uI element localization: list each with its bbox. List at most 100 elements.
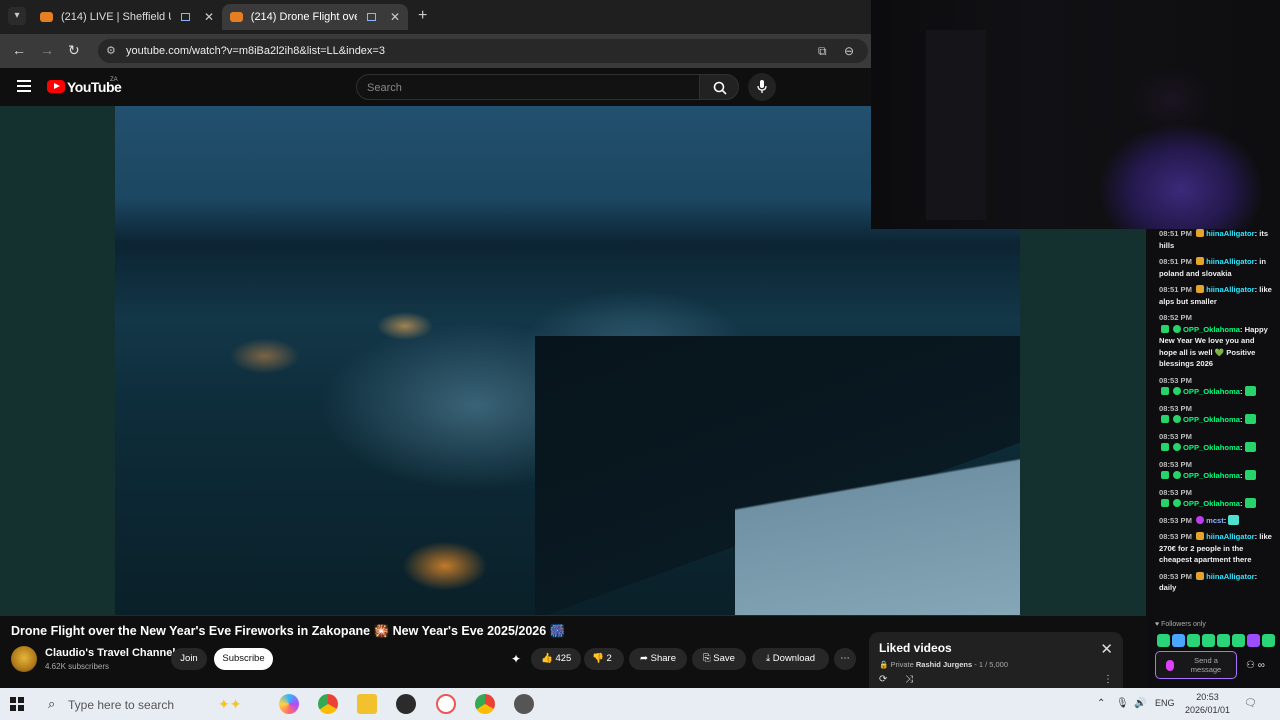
video-frame-snow-slope <box>735 436 1020 615</box>
channel-avatar[interactable] <box>11 646 37 672</box>
microphone-tray-icon[interactable]: 🎙 <box>1116 698 1129 709</box>
chat-message: 08:51 PM hiinaAlligator: in poland and s… <box>1159 257 1266 278</box>
close-tab-icon[interactable]: ✕ <box>390 10 400 24</box>
video-title: Drone Flight over the New Year's Eve Fir… <box>11 624 566 638</box>
menu-hamburger-icon[interactable] <box>17 80 31 92</box>
show-hidden-icons-icon[interactable]: ⌃ <box>1097 698 1105 709</box>
webcam-overlay <box>871 0 1280 229</box>
share-button[interactable]: ➦ Share <box>629 648 687 670</box>
join-button[interactable]: Join <box>171 648 207 670</box>
pinned-app-icon[interactable] <box>514 694 534 714</box>
subscriber-count: 4.62K subscribers <box>45 662 110 671</box>
chrome-profile-app-icon[interactable] <box>475 694 495 714</box>
new-tab-button[interactable]: + <box>418 8 427 24</box>
chat-settings-icon[interactable]: ⚇ ∞ <box>1246 660 1265 671</box>
dislike-count: 2 <box>606 653 612 664</box>
chat-message: 08:53 PM OPP_Oklahoma: <box>1159 375 1273 398</box>
emote-bar[interactable] <box>1157 634 1275 648</box>
volume-icon[interactable]: 🔊 <box>1134 698 1146 709</box>
search-input[interactable]: Search <box>356 74 700 100</box>
chat-emote <box>1244 498 1256 508</box>
close-playlist-icon[interactable]: ✕ <box>1100 640 1113 658</box>
youtube-favicon-icon <box>230 12 243 22</box>
copilot-app-icon[interactable] <box>279 694 299 714</box>
youtube-logo-icon[interactable] <box>47 80 65 93</box>
search-icon <box>713 81 727 95</box>
chat-input[interactable]: Send a message <box>1155 651 1237 679</box>
thumbs-down-icon: 👎 <box>592 653 604 664</box>
emote-slot[interactable] <box>1172 634 1185 647</box>
playlist-privacy: Private <box>890 660 914 669</box>
tab-search-chevron-icon[interactable]: ▾ <box>8 7 26 25</box>
chat-message: 08:53 PM hiinaAlligator: like 270€ for 2… <box>1159 532 1272 564</box>
chat-message: 08:52 PM OPP_Oklahoma: Happy New Year We … <box>1159 313 1268 368</box>
close-tab-icon[interactable]: ✕ <box>204 10 214 24</box>
chat-message: 08:53 PM OPP_Oklahoma: <box>1159 403 1273 426</box>
bookmark-icon: ⎘ <box>703 653 711 664</box>
channel-name[interactable]: Claudio's Travel Channel <box>45 647 175 659</box>
save-button[interactable]: ⎘ Save <box>692 648 746 670</box>
site-info-icon[interactable]: ⚙ <box>106 44 116 57</box>
back-arrow-icon[interactable]: ← <box>12 42 26 58</box>
ask-ai-icon[interactable]: ✦ <box>511 652 521 666</box>
chat-message: 08:51 PM hiinaAlligator: its hills <box>1159 229 1269 250</box>
chat-message: 08:53 PM OPP_Oklahoma: <box>1159 459 1273 482</box>
playlist-menu-icon[interactable]: ⋮ <box>1103 674 1113 685</box>
chrome-app-icon[interactable] <box>318 694 338 714</box>
emote-slot[interactable] <box>1187 634 1200 647</box>
windows-start-icon[interactable] <box>10 697 24 711</box>
save-label: Save <box>713 653 735 664</box>
clock-time: 20:53 <box>1196 692 1219 702</box>
loop-icon[interactable]: ⟳ <box>879 674 887 685</box>
chat-input-placeholder: Send a message <box>1190 656 1222 674</box>
country-code: ZA <box>110 77 118 83</box>
emote-slot[interactable] <box>1202 634 1215 647</box>
copilot-stars-icon[interactable]: ✦✦ <box>218 696 241 713</box>
emote-slot[interactable] <box>1262 634 1275 647</box>
chat-message: 08:53 PM OPP_Oklahoma: <box>1159 431 1273 454</box>
paint-app-icon[interactable] <box>436 694 456 714</box>
reload-icon[interactable]: ↻ <box>68 42 80 59</box>
followers-only-notice: ♥ Followers only <box>1155 621 1206 628</box>
file-explorer-icon[interactable] <box>357 694 377 714</box>
shuffle-icon[interactable]: ⤨ <box>905 674 913 685</box>
emote-slot[interactable] <box>1247 634 1260 647</box>
taskbar-search-placeholder: Type here to search <box>68 698 175 712</box>
url-text: youtube.com/watch?v=m8iBa2l2ih8&list=LL&… <box>126 45 385 57</box>
dislike-button[interactable]: 👎 2 <box>584 648 624 670</box>
taskbar-clock[interactable]: 20:53 2026/01/01 <box>1185 691 1230 717</box>
playlist-owner[interactable]: Rashid Jurgens <box>916 660 972 669</box>
subscribe-button[interactable]: Subscribe <box>214 648 273 670</box>
chat-emote <box>1244 386 1256 396</box>
install-app-icon[interactable]: ⧉ <box>818 44 827 59</box>
chat-message: 08:53 PM hiinaAlligator: daily <box>1159 571 1258 592</box>
forward-arrow-icon[interactable]: → <box>40 42 54 58</box>
tab-drone-flight[interactable]: (214) Drone Flight over the ✕ <box>222 4 408 30</box>
tab-sheffield-live[interactable]: (214) LIVE | Sheffield United ✕ <box>32 4 222 30</box>
webcam-background-door <box>926 30 986 220</box>
chat-log: 08:51 PM hiinaAlligator: its hills 08:51… <box>1159 228 1273 599</box>
search-button[interactable] <box>699 74 739 100</box>
media-playing-icon <box>180 13 190 21</box>
voice-search-button[interactable] <box>748 73 776 101</box>
language-indicator[interactable]: ENG <box>1155 698 1175 708</box>
chat-message: 08:53 PM OPP_Oklahoma: <box>1159 487 1273 510</box>
obs-app-icon[interactable] <box>396 694 416 714</box>
chat-message: 08:51 PM hiinaAlligator: like alps but s… <box>1159 285 1272 306</box>
youtube-favicon-icon <box>40 12 53 22</box>
emote-slot[interactable] <box>1157 634 1170 647</box>
notifications-icon[interactable]: 🗨 <box>1244 698 1257 709</box>
emote-slot[interactable] <box>1232 634 1245 647</box>
playlist-position: 1 / 5,000 <box>978 660 1009 669</box>
address-bar[interactable]: ⚙ youtube.com/watch?v=m8iBa2l2ih8&list=L… <box>98 39 868 63</box>
more-actions-button[interactable]: ⋯ <box>834 648 856 670</box>
clock-date: 2026/01/01 <box>1185 705 1231 715</box>
download-button[interactable]: ⤓ Download <box>752 648 829 670</box>
like-button[interactable]: 👍 425 <box>531 648 581 670</box>
windows-taskbar: ⌕ Type here to search ✦✦ ⌃ 🎙 🔊 ENG 20:53… <box>0 688 1280 720</box>
emote-slot[interactable] <box>1217 634 1230 647</box>
playlist-panel: Liked videos 🔒 Private Rashid Jurgens - … <box>869 632 1123 690</box>
zoom-icon[interactable]: ⊖ <box>844 44 854 58</box>
chat-mic-icon[interactable] <box>1166 660 1174 671</box>
playlist-title[interactable]: Liked videos <box>879 641 952 655</box>
